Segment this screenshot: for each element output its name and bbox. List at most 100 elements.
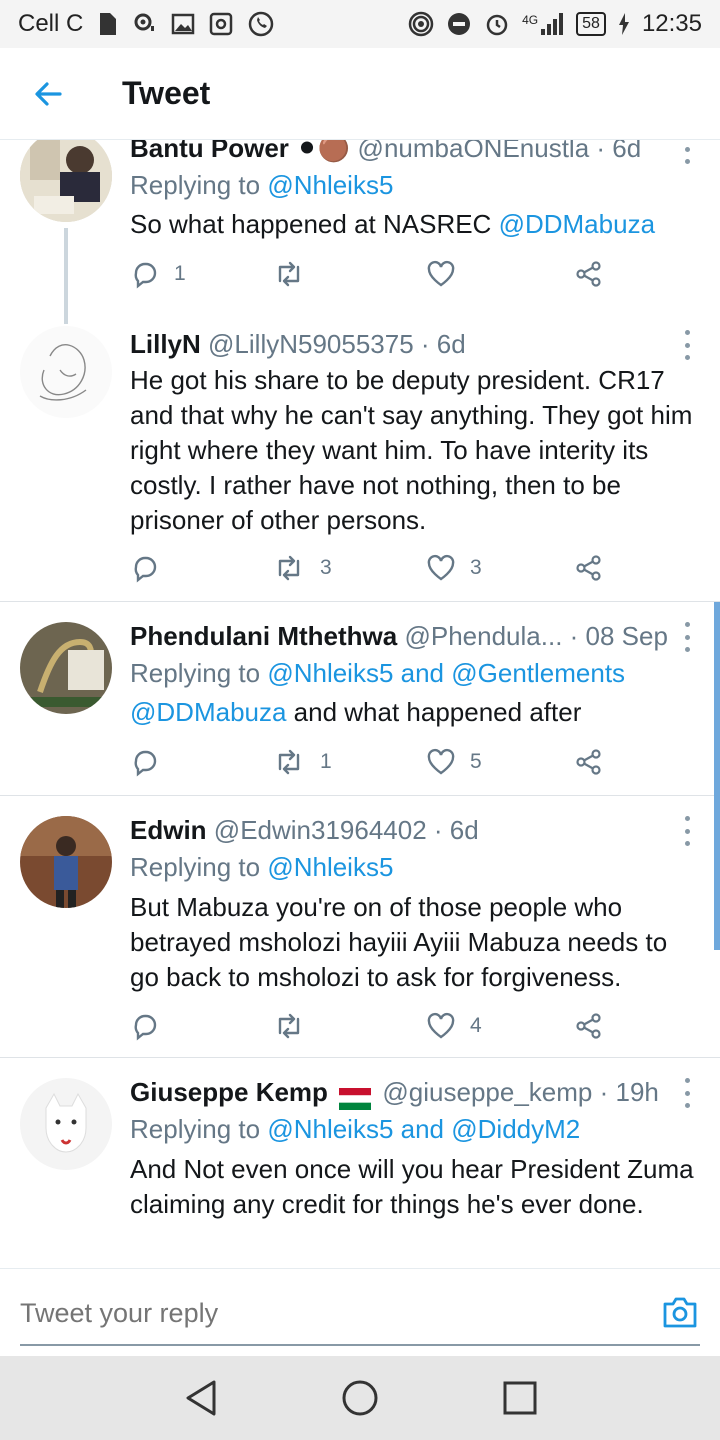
- reply-count: 1: [174, 262, 186, 285]
- square-recents-icon: [503, 1381, 537, 1415]
- gallery-icon: [171, 12, 195, 36]
- circle-home-icon: [342, 1380, 378, 1416]
- share-button[interactable]: [574, 256, 604, 292]
- author-name[interactable]: Phendulani Mthethwa: [130, 621, 397, 651]
- tweet-item[interactable]: Phendulani Mthethwa @Phendula... · 08 Se…: [0, 602, 720, 796]
- page-title: Tweet: [122, 75, 211, 111]
- heart-icon: [427, 554, 455, 581]
- more-options-icon[interactable]: [682, 330, 692, 360]
- replying-to-link[interactable]: @Nhleiks5 and @Gentlements: [267, 658, 625, 688]
- more-options-icon[interactable]: [682, 816, 692, 846]
- mention-link[interactable]: @DDMabuza: [130, 697, 286, 727]
- author-name[interactable]: Edwin: [130, 815, 207, 845]
- status-bar: Cell C 4G 58 12:35: [0, 0, 720, 48]
- reply-button[interactable]: [130, 550, 174, 586]
- retweet-icon: [278, 1013, 300, 1039]
- retweet-count: 1: [320, 750, 332, 773]
- avatar[interactable]: [20, 622, 112, 714]
- more-options-icon[interactable]: [682, 1078, 692, 1108]
- do-not-disturb-icon: [446, 11, 472, 37]
- share-icon: [576, 261, 601, 287]
- retweet-button[interactable]: [272, 256, 320, 292]
- camera-button[interactable]: [662, 1295, 698, 1334]
- like-count: 3: [470, 556, 482, 579]
- author-name[interactable]: Bantu Power: [130, 140, 289, 163]
- reply-list[interactable]: Bantu Power ⚫🟤 @numbaONEnustla · 6d Repl…: [0, 140, 720, 1268]
- replying-label: Replying to: [130, 1114, 261, 1144]
- carrier-label: Cell C: [18, 10, 84, 37]
- replying-to-link[interactable]: @Nhleiks5 and @DiddyM2: [267, 1114, 580, 1144]
- heart-icon: [427, 260, 455, 287]
- triangle-back-icon: [186, 1380, 216, 1416]
- retweet-button[interactable]: 3: [272, 550, 332, 586]
- more-options-icon[interactable]: [682, 622, 692, 652]
- author-handle: @numbaONEnustla: [357, 140, 590, 163]
- share-button[interactable]: [574, 550, 604, 586]
- back-arrow-icon: [35, 81, 62, 106]
- reply-button[interactable]: [130, 744, 174, 780]
- tweet-text: So what happened at NASREC: [130, 209, 492, 239]
- whatsapp-icon: [247, 10, 275, 38]
- avatar[interactable]: [20, 816, 112, 908]
- like-button[interactable]: 5: [426, 744, 482, 780]
- screenshot-icon: [209, 12, 233, 36]
- scrollbar[interactable]: [714, 602, 720, 950]
- charging-icon: [618, 13, 630, 35]
- retweet-button[interactable]: [272, 1008, 320, 1044]
- tweet-text: And Not even once will you hear Presiden…: [130, 1154, 694, 1219]
- tweet-item[interactable]: Edwin @Edwin31964402 · 6d Replying to @N…: [0, 796, 720, 1058]
- nav-recents-button[interactable]: [490, 1368, 550, 1428]
- tweet-item[interactable]: LillyN @LillyN59055375 · 6d He got his s…: [0, 326, 720, 602]
- heart-icon: [427, 1012, 455, 1039]
- retweet-icon: [278, 555, 300, 581]
- reply-button[interactable]: [130, 1008, 174, 1044]
- share-button[interactable]: [574, 744, 604, 780]
- nav-back-button[interactable]: [170, 1368, 230, 1428]
- avatar[interactable]: [20, 140, 112, 222]
- retweet-count: 3: [320, 556, 332, 579]
- retweet-icon: [278, 261, 300, 287]
- tweet-text: and what happened after: [286, 697, 582, 727]
- author-name[interactable]: LillyN: [130, 329, 201, 359]
- nav-home-button[interactable]: [330, 1368, 390, 1428]
- back-button[interactable]: [0, 48, 96, 140]
- tweet-time: · 6d: [433, 815, 479, 845]
- reply-composer: [0, 1268, 720, 1357]
- retweet-icon: [278, 749, 300, 775]
- flag-icon: [339, 1083, 372, 1111]
- like-button[interactable]: 3: [426, 550, 482, 586]
- signal-icon: 4G: [522, 13, 564, 35]
- like-count: 5: [470, 750, 482, 773]
- replying-to-link[interactable]: @Nhleiks5: [267, 170, 393, 200]
- like-button[interactable]: [426, 256, 470, 292]
- reply-button[interactable]: 1: [130, 256, 186, 292]
- vibe-icon: [131, 12, 157, 36]
- tweet-item[interactable]: Giuseppe Kemp @giuseppe_kemp · 19h Reply…: [0, 1058, 720, 1268]
- mention-link[interactable]: @DDMabuza: [499, 209, 655, 239]
- share-icon: [576, 1013, 601, 1039]
- author-name[interactable]: Giuseppe Kemp: [130, 1077, 328, 1107]
- share-icon: [576, 749, 601, 775]
- clock: 12:35: [641, 10, 702, 37]
- hotspot-icon: [408, 11, 434, 37]
- alarm-icon: [484, 11, 510, 37]
- camera-icon: [663, 1297, 697, 1328]
- author-handle: @giuseppe_kemp: [382, 1077, 593, 1107]
- tweet-text: He got his share to be deputy president.…: [130, 365, 693, 535]
- author-handle: @Phendula...: [404, 621, 563, 651]
- replying-to-link[interactable]: @Nhleiks5: [267, 852, 393, 882]
- avatar[interactable]: [20, 326, 112, 418]
- tweet-item[interactable]: Bantu Power ⚫🟤 @numbaONEnustla · 6d Repl…: [0, 140, 720, 326]
- reply-icon: [134, 262, 157, 289]
- author-handle: @LillyN59055375: [208, 329, 414, 359]
- sd-card-icon: [97, 12, 117, 36]
- top-app-bar: Tweet: [0, 48, 720, 140]
- avatar[interactable]: [20, 1078, 112, 1170]
- more-options-icon[interactable]: [682, 140, 692, 164]
- retweet-button[interactable]: 1: [272, 744, 332, 780]
- reply-icon: [134, 750, 157, 777]
- tweet-time: · 19h: [599, 1077, 659, 1107]
- like-button[interactable]: 4: [426, 1008, 482, 1044]
- reply-icon: [134, 1014, 157, 1041]
- share-button[interactable]: [574, 1008, 604, 1044]
